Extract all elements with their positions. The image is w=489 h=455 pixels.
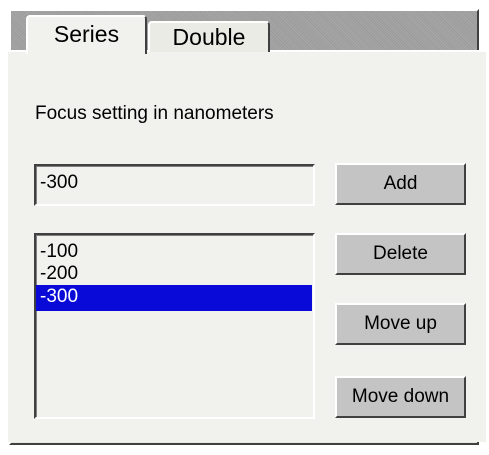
move-down-button[interactable]: Move down (335, 376, 466, 418)
focus-values-list[interactable]: -100 -200 -300 (34, 233, 315, 419)
list-item[interactable]: -200 (36, 263, 312, 285)
focus-setting-label: Focus setting in nanometers (35, 103, 274, 124)
list-item-selected[interactable]: -300 (36, 285, 312, 311)
add-button[interactable]: Add (335, 163, 466, 205)
focus-value-input[interactable]: -300 (34, 164, 315, 206)
tab-series[interactable]: Series (26, 15, 147, 54)
tab-double[interactable]: Double (148, 21, 270, 52)
list-item[interactable]: -100 (36, 241, 312, 263)
delete-button[interactable]: Delete (335, 233, 466, 275)
move-up-button[interactable]: Move up (335, 303, 466, 345)
